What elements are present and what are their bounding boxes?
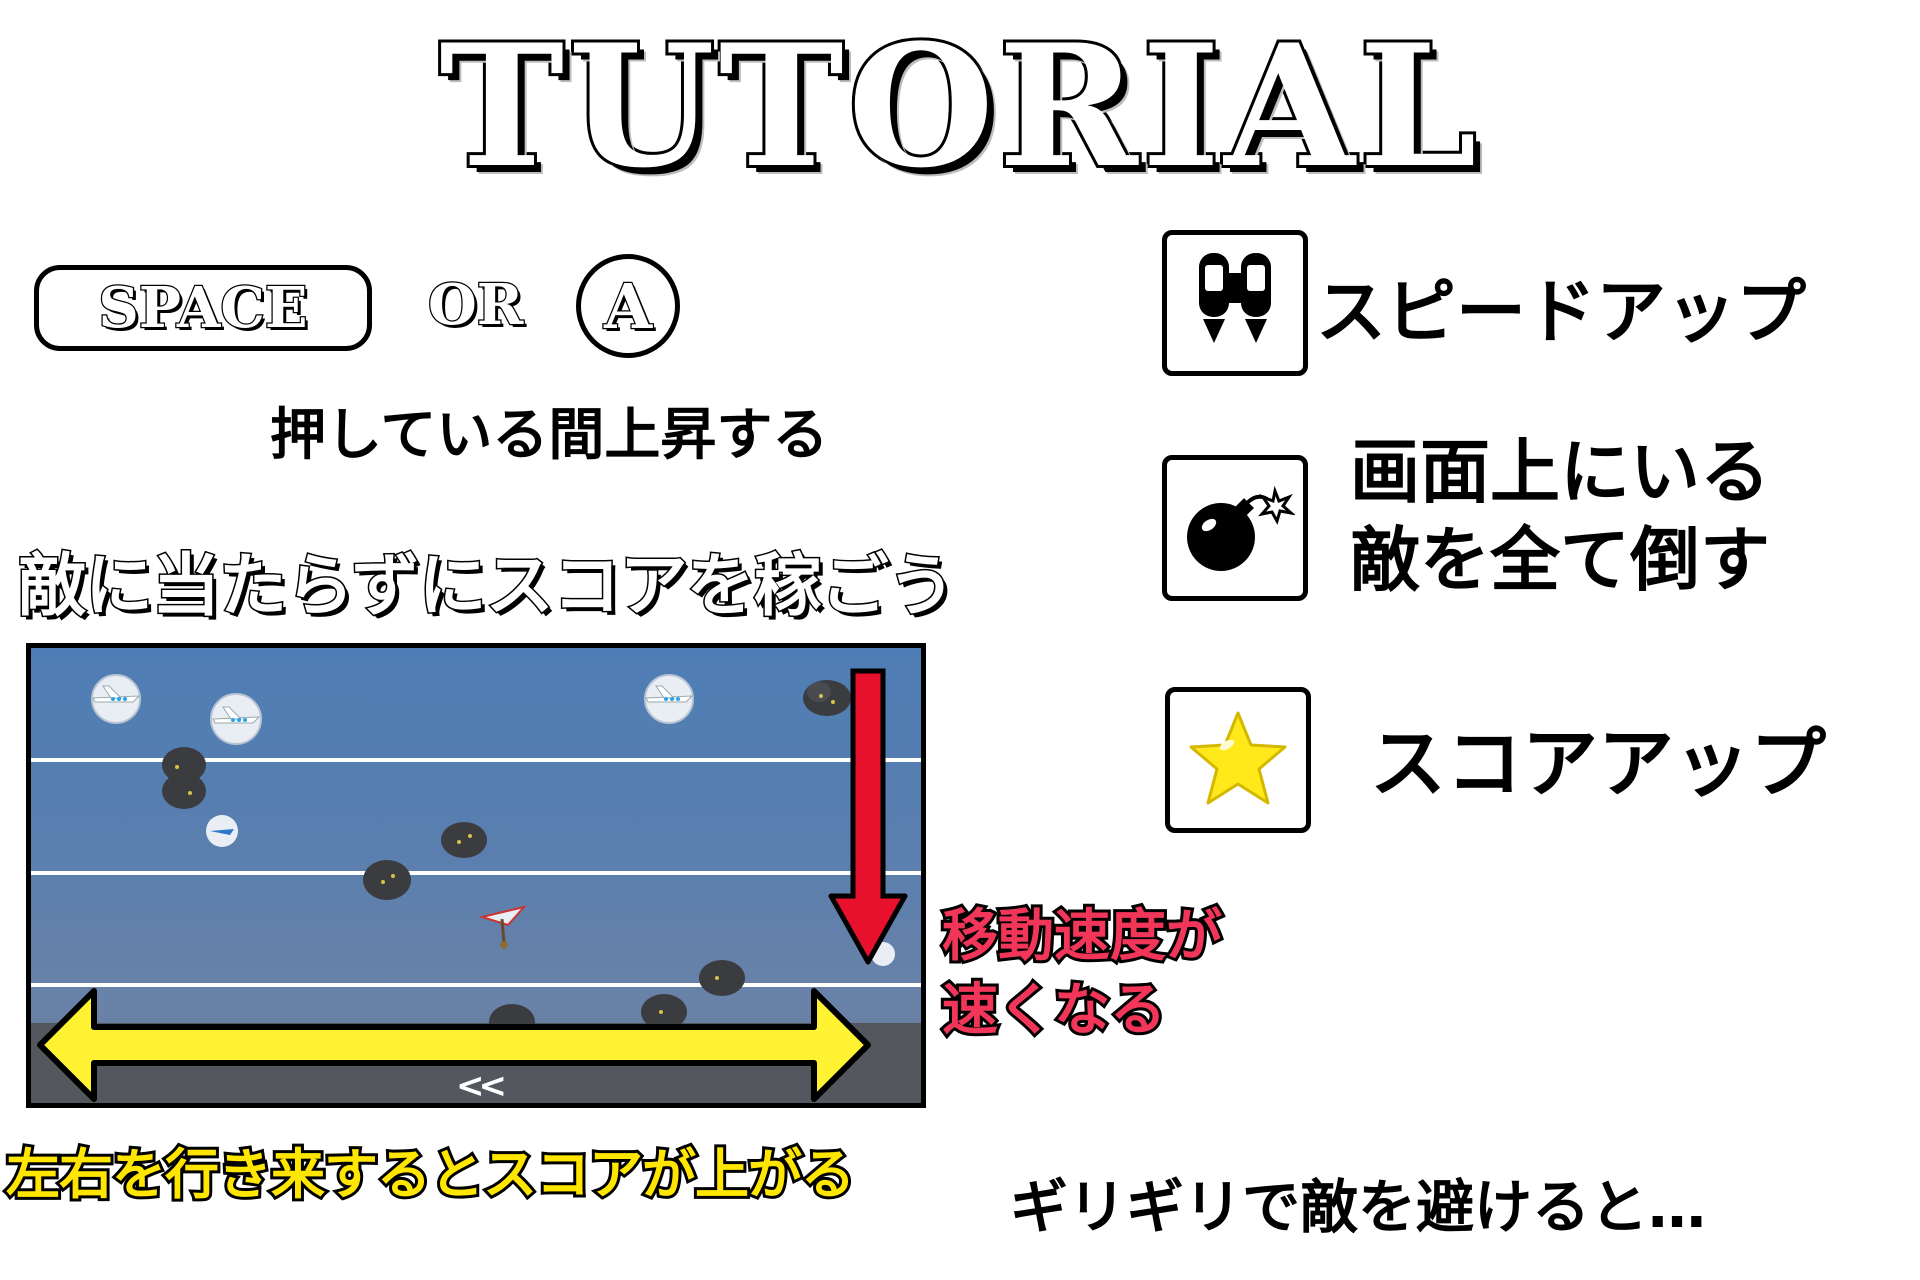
speed-up-label: スピードアップ (1316, 271, 1806, 353)
score-side-to-side-note: 左右を行き来するとスコアが上がる (3, 1140, 858, 1209)
bomb-icon (1187, 485, 1295, 571)
near-miss-note: ギリギリで敵を避けると… (1010, 1173, 1707, 1241)
goal-text: 敵に当たらずにスコアを稼ごう (17, 546, 958, 628)
airplane-enemy-icon (644, 674, 694, 724)
speed-up-note: 移動速度が 速くなる (939, 900, 1225, 1048)
hold-to-rise-text: 押している間上昇する (270, 403, 829, 468)
player-glider-icon (478, 905, 527, 949)
speed-note-line1: 移動速度が (939, 901, 1225, 972)
clear-enemies-line1: 画面上にいる (1350, 431, 1770, 513)
star-item-box (1165, 687, 1311, 833)
or-label: OR (427, 271, 525, 340)
red-down-arrow-icon (828, 668, 908, 965)
star-icon (1189, 711, 1287, 805)
bomb-item-box (1162, 455, 1308, 601)
yellow-left-right-arrow-icon (37, 988, 871, 1102)
small-plane-enemy-icon (206, 815, 238, 847)
score-up-label: スコアアップ (1370, 719, 1826, 808)
storm-cloud-enemy-icon (441, 822, 487, 858)
airplane-enemy-icon (210, 693, 262, 745)
clear-enemies-label: 画面上にいる 敵を全て倒す (1350, 428, 1770, 604)
storm-cloud-enemy-icon (162, 747, 206, 809)
clear-enemies-line2: 敵を全て倒す (1350, 519, 1770, 601)
a-button-badge: A (576, 254, 680, 358)
airplane-enemy-icon (91, 674, 141, 724)
storm-cloud-enemy-icon (363, 860, 411, 900)
jetpack-icon (1199, 253, 1271, 343)
page-title: TUTORIAL (436, 7, 1481, 205)
lane-line (31, 871, 921, 875)
speed-note-line2: 速くなる (939, 975, 1169, 1046)
space-key-badge: SPACE (34, 265, 372, 351)
jetpack-item-box (1162, 230, 1308, 376)
